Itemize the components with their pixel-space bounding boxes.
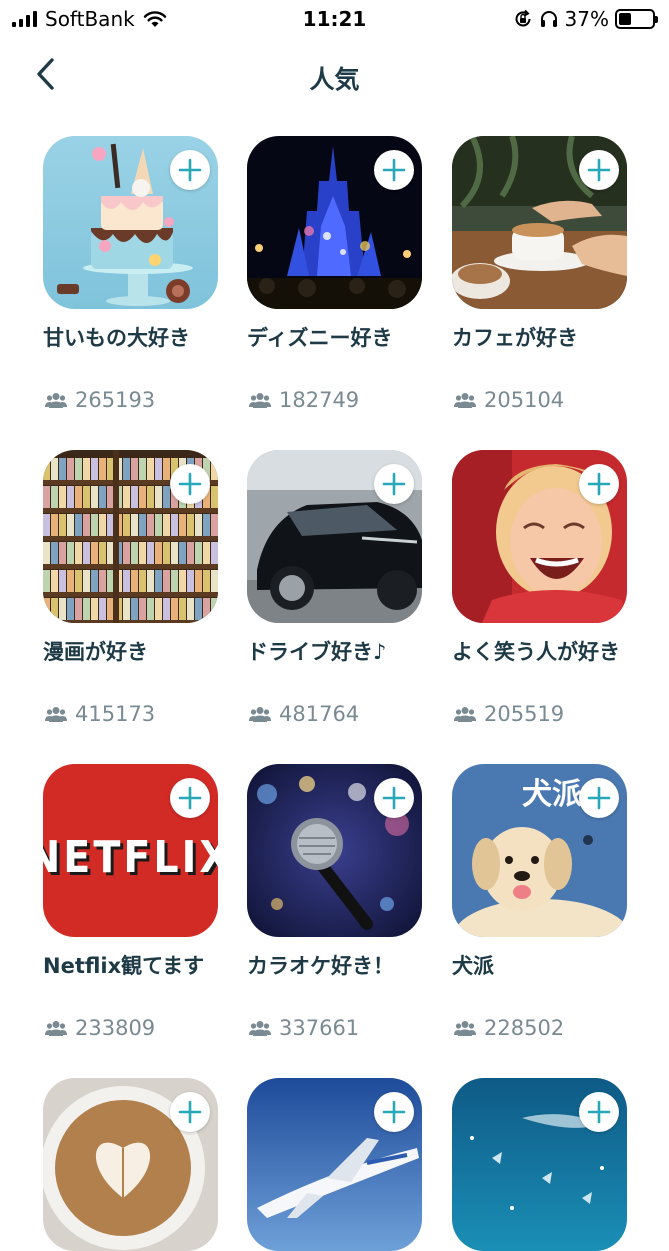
add-button[interactable] [374, 778, 414, 818]
member-count: 481764 [249, 702, 359, 726]
card-title: 甘いもの大好き [43, 326, 190, 350]
member-count: 233809 [45, 1016, 155, 1040]
plus-icon [178, 786, 202, 810]
add-button[interactable] [374, 150, 414, 190]
battery-fill [619, 13, 631, 25]
plus-icon [587, 158, 611, 182]
card-title: 漫画が好き [43, 640, 148, 664]
card-title: 犬派 [452, 954, 494, 978]
orientation-lock-icon [515, 9, 531, 27]
add-button[interactable] [170, 150, 210, 190]
member-count: 415173 [45, 702, 155, 726]
card-title: ドライブ好き♪ [247, 640, 387, 664]
plus-icon [178, 472, 202, 496]
battery-icon [615, 9, 658, 29]
member-count: 182749 [249, 388, 359, 412]
people-icon [454, 707, 476, 722]
plus-icon [178, 1100, 202, 1124]
member-count-value: 415173 [75, 702, 156, 726]
plus-icon [587, 472, 611, 496]
member-count-value: 205519 [484, 702, 565, 726]
people-icon [45, 1021, 67, 1036]
people-icon [249, 707, 271, 722]
plus-icon [587, 1100, 611, 1124]
member-count-value: 481764 [279, 702, 360, 726]
add-button[interactable] [170, 778, 210, 818]
member-count: 228502 [454, 1016, 564, 1040]
member-count-value: 337661 [279, 1016, 360, 1040]
plus-icon [382, 158, 406, 182]
people-icon [454, 393, 476, 408]
add-button[interactable] [374, 1092, 414, 1132]
page-title: 人気 [309, 65, 360, 94]
member-count-value: 265193 [75, 388, 156, 412]
member-count: 265193 [45, 388, 155, 412]
people-icon [454, 1021, 476, 1036]
card-title: Netflix観てます [43, 954, 205, 978]
member-count: 337661 [249, 1016, 359, 1040]
card-title: カラオケ好き！ [247, 954, 394, 978]
add-button[interactable] [579, 150, 619, 190]
member-count-value: 182749 [279, 388, 360, 412]
people-icon [249, 1021, 271, 1036]
add-button[interactable] [579, 1092, 619, 1132]
card-title: よく笑う人が好き [452, 640, 620, 664]
add-button[interactable] [374, 464, 414, 504]
add-button[interactable] [579, 464, 619, 504]
nav-bar: 人気 [0, 44, 669, 106]
plus-icon [178, 158, 202, 182]
headphones-icon [540, 11, 557, 27]
member-count-value: 205104 [484, 388, 565, 412]
plus-icon [382, 786, 406, 810]
status-right: 37% [513, 7, 658, 31]
add-button[interactable] [170, 464, 210, 504]
card-title: ディズニー好き [247, 326, 393, 350]
people-icon [249, 393, 271, 408]
plus-icon [382, 472, 406, 496]
member-count: 205104 [454, 388, 564, 412]
add-button[interactable] [579, 778, 619, 818]
member-count: 205519 [454, 702, 564, 726]
card-title: カフェが好き [452, 326, 578, 350]
battery-percent: 37% [564, 7, 609, 31]
member-count-value: 233809 [75, 1016, 156, 1040]
add-button[interactable] [170, 1092, 210, 1132]
status-bar: SoftBank 11:21 37% [0, 0, 669, 38]
member-count-value: 228502 [484, 1016, 565, 1040]
plus-icon [382, 1100, 406, 1124]
plus-icon [587, 786, 611, 810]
svg-text:NETFLIX: NETFLIX [43, 832, 218, 883]
svg-text:犬派: 犬派 [522, 777, 582, 812]
people-icon [45, 707, 67, 722]
people-icon [45, 393, 67, 408]
